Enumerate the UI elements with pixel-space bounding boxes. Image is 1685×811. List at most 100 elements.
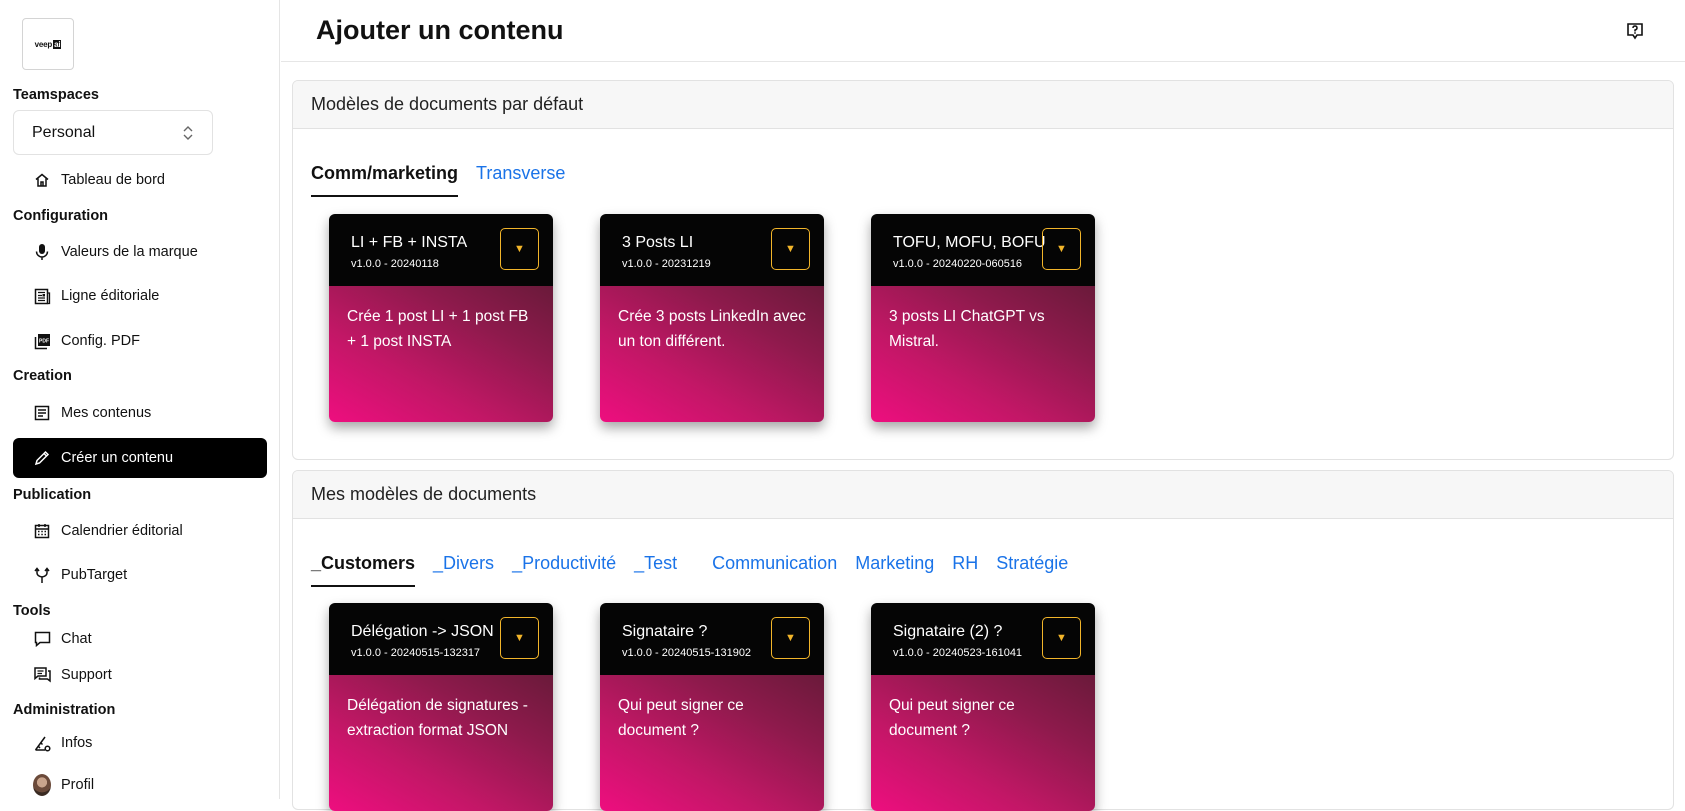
card-title: LI + FB + INSTA <box>351 234 468 251</box>
section-configuration: Configuration <box>13 208 109 224</box>
teamspace-select[interactable]: Personal <box>13 110 213 155</box>
microphone-icon <box>33 243 51 261</box>
main-content: Ajouter un contenu Modèles de documents … <box>281 0 1685 811</box>
section-creation: Creation <box>13 368 72 384</box>
sidebar-item-chat[interactable]: Chat <box>13 620 267 658</box>
sidebar-item-label: Mes contenus <box>61 405 152 421</box>
tab-strategie[interactable]: Stratégie <box>996 547 1068 587</box>
card-menu-button[interactable]: ▼ <box>1042 228 1081 270</box>
card-menu-button[interactable]: ▼ <box>1042 617 1081 659</box>
sidebar-item-editorial-line[interactable]: Ligne éditoriale <box>13 277 267 315</box>
sidebar-item-label: Créer un contenu <box>61 450 174 466</box>
tab-communication[interactable]: Communication <box>712 547 837 587</box>
calendar-icon <box>33 522 51 540</box>
section-administration: Administration <box>13 702 116 718</box>
card-header: Signataire ? v1.0.0 - 20240515-131902 ▼ <box>600 603 824 675</box>
support-chat-icon <box>33 666 51 684</box>
sidebar-item-label: Config. PDF <box>61 333 140 349</box>
my-templates-tabs: _Customers _Divers _Productivité _Test C… <box>311 547 1086 587</box>
sidebar-item-label: Valeurs de la marque <box>61 244 198 260</box>
sidebar-item-dashboard[interactable]: Tableau de bord <box>13 161 267 199</box>
sidebar-item-profile[interactable]: Profil <box>13 770 267 800</box>
sidebar-item-editorial-calendar[interactable]: Calendrier éditorial <box>13 512 267 550</box>
caret-down-icon: ▼ <box>785 243 796 255</box>
caret-down-icon: ▼ <box>514 632 525 644</box>
page-title: Ajouter un contenu <box>316 15 564 45</box>
chevron-up-down-icon <box>182 125 194 141</box>
template-card[interactable]: Délégation -> JSON v1.0.0 - 20240515-132… <box>329 603 553 811</box>
tab-comm-marketing[interactable]: Comm/marketing <box>311 157 459 197</box>
newspaper-icon <box>33 287 51 305</box>
home-icon <box>33 171 51 189</box>
app-logo[interactable]: veep ai <box>22 18 74 70</box>
card-title: TOFU, MOFU, BOFU <box>893 234 1046 251</box>
pencil-icon <box>33 449 51 467</box>
template-card[interactable]: LI + FB + INSTA v1.0.0 - 20240118 ▼ Crée… <box>329 214 553 422</box>
tab-productivite[interactable]: _Productivité <box>512 547 616 587</box>
sidebar-item-create-content[interactable]: Créer un contenu <box>13 438 267 478</box>
sidebar-item-label: PubTarget <box>61 567 128 583</box>
template-card[interactable]: TOFU, MOFU, BOFU v1.0.0 - 20240220-06051… <box>871 214 1095 422</box>
help-icon[interactable] <box>1626 22 1644 40</box>
card-header: LI + FB + INSTA v1.0.0 - 20240118 ▼ <box>329 214 553 286</box>
caret-down-icon: ▼ <box>785 632 796 644</box>
svg-text:PDF: PDF <box>39 338 49 344</box>
tab-divers[interactable]: _Divers <box>433 547 494 587</box>
caret-down-icon: ▼ <box>1056 632 1067 644</box>
logo-badge: ai <box>53 39 62 49</box>
sidebar: veep ai Teamspaces Personal Tableau de bo… <box>0 0 280 799</box>
card-description: Crée 1 post LI + 1 post FB + 1 post INST… <box>329 286 553 422</box>
logo-text: veep <box>34 39 53 49</box>
chat-bubble-icon <box>33 630 51 648</box>
sidebar-item-my-contents[interactable]: Mes contenus <box>13 394 267 432</box>
card-menu-button[interactable]: ▼ <box>771 617 810 659</box>
template-card[interactable]: Signataire ? v1.0.0 - 20240515-131902 ▼ … <box>600 603 824 811</box>
card-menu-button[interactable]: ▼ <box>771 228 810 270</box>
card-title: 3 Posts LI <box>622 234 694 251</box>
template-card[interactable]: Signataire (2) ? v1.0.0 - 20240523-16104… <box>871 603 1095 811</box>
tab-transverse[interactable]: Transverse <box>476 157 565 197</box>
tab-rh[interactable]: RH <box>952 547 978 587</box>
card-header: 3 Posts LI v1.0.0 - 20231219 ▼ <box>600 214 824 286</box>
tab-customers[interactable]: _Customers <box>311 547 416 587</box>
card-header: Signataire (2) ? v1.0.0 - 20240523-16104… <box>871 603 1095 675</box>
document-list-icon <box>33 404 51 422</box>
card-header: Délégation -> JSON v1.0.0 - 20240515-132… <box>329 603 553 675</box>
ruler-gear-icon <box>33 734 51 752</box>
teamspaces-title: Teamspaces <box>13 87 99 103</box>
sidebar-item-label: Ligne éditoriale <box>61 288 160 304</box>
caret-down-icon: ▼ <box>514 243 525 255</box>
card-description: Crée 3 posts LinkedIn avec un ton différ… <box>600 286 824 422</box>
caret-down-icon: ▼ <box>1056 243 1067 255</box>
card-title: Délégation -> JSON <box>351 623 494 640</box>
sidebar-item-label: Calendrier éditorial <box>61 523 183 539</box>
sidebar-item-label: Profil <box>61 777 95 793</box>
template-card[interactable]: 3 Posts LI v1.0.0 - 20231219 ▼ Crée 3 po… <box>600 214 824 422</box>
sidebar-item-brand-values[interactable]: Valeurs de la marque <box>13 233 267 271</box>
sidebar-item-label: Support <box>61 667 112 683</box>
fork-icon <box>33 566 51 584</box>
card-description: Qui peut signer ce document ? <box>871 675 1095 811</box>
tab-marketing[interactable]: Marketing <box>855 547 934 587</box>
sidebar-item-support[interactable]: Support <box>13 656 267 694</box>
sidebar-item-label: Infos <box>61 735 93 751</box>
teamspace-select-value: Personal <box>32 123 96 141</box>
card-description: Délégation de signatures - extraction fo… <box>329 675 553 811</box>
card-description: Qui peut signer ce document ? <box>600 675 824 811</box>
sidebar-item-pubtarget[interactable]: PubTarget <box>13 556 267 594</box>
card-header: TOFU, MOFU, BOFU v1.0.0 - 20240220-06051… <box>871 214 1095 286</box>
card-description: 3 posts LI ChatGPT vs Mistral. <box>871 286 1095 422</box>
pdf-icon: PDF <box>33 332 51 350</box>
default-templates-tabs: Comm/marketing Transverse <box>311 157 583 197</box>
sidebar-item-infos[interactable]: Infos <box>13 724 267 762</box>
section-tools: Tools <box>13 603 51 619</box>
tab-test[interactable]: _Test <box>634 547 677 587</box>
avatar <box>33 774 51 796</box>
panel-title: Mes modèles de documents <box>293 471 1673 519</box>
card-menu-button[interactable]: ▼ <box>500 228 539 270</box>
sidebar-item-pdf-config[interactable]: PDF Config. PDF <box>13 322 267 360</box>
card-menu-button[interactable]: ▼ <box>500 617 539 659</box>
panel-title: Modèles de documents par défaut <box>293 81 1673 129</box>
top-bar: Ajouter un contenu <box>281 0 1685 62</box>
card-title: Signataire ? <box>622 623 708 640</box>
